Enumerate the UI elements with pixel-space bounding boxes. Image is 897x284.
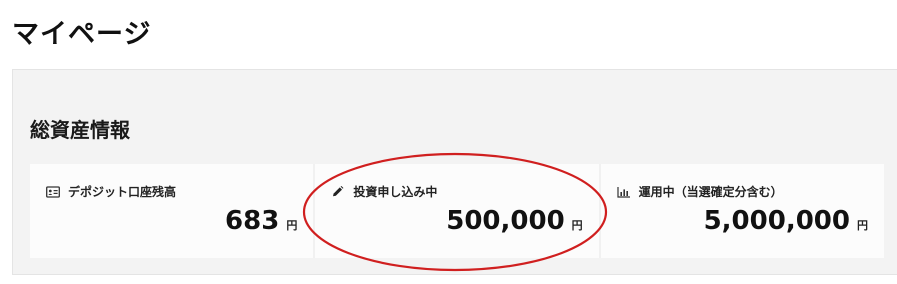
asset-cards: デポジット口座残高 683 円 投資申し込み中 500,000 円 運用中（当選… — [30, 164, 884, 258]
in-operation-card: 運用中（当選確定分含む） 5,000,000 円 — [600, 164, 884, 258]
card-unit: 円 — [571, 219, 583, 232]
card-amount: 500,000 — [446, 206, 565, 236]
asset-summary-panel: 総資産情報 デポジット口座残高 683 円 投資申し込み中 500,000 円 … — [12, 69, 897, 275]
bar-chart-icon — [617, 186, 631, 198]
card-label-row: 投資申し込み中 — [331, 183, 437, 200]
card-label: デポジット口座残高 — [68, 185, 177, 199]
investment-applying-card: 投資申し込み中 500,000 円 — [315, 164, 601, 258]
card-unit: 円 — [856, 219, 868, 232]
section-title: 総資産情報 — [30, 118, 130, 142]
card-value: 5,000,000 円 — [704, 206, 868, 236]
card-label: 運用中（当選確定分含む） — [638, 185, 783, 199]
card-amount: 683 — [225, 206, 280, 236]
card-amount: 5,000,000 — [703, 206, 850, 236]
card-value: 683 円 — [225, 206, 297, 236]
page-title: マイページ — [12, 19, 152, 50]
deposit-balance-card: デポジット口座残高 683 円 — [30, 164, 316, 258]
id-card-icon — [46, 185, 60, 198]
card-label: 投資申し込み中 — [353, 185, 438, 199]
pencil-icon — [331, 185, 345, 198]
card-value: 500,000 円 — [446, 206, 582, 236]
card-unit: 円 — [286, 219, 298, 232]
card-label-row: 運用中（当選確定分含む） — [617, 183, 783, 200]
card-label-row: デポジット口座残高 — [46, 183, 176, 200]
